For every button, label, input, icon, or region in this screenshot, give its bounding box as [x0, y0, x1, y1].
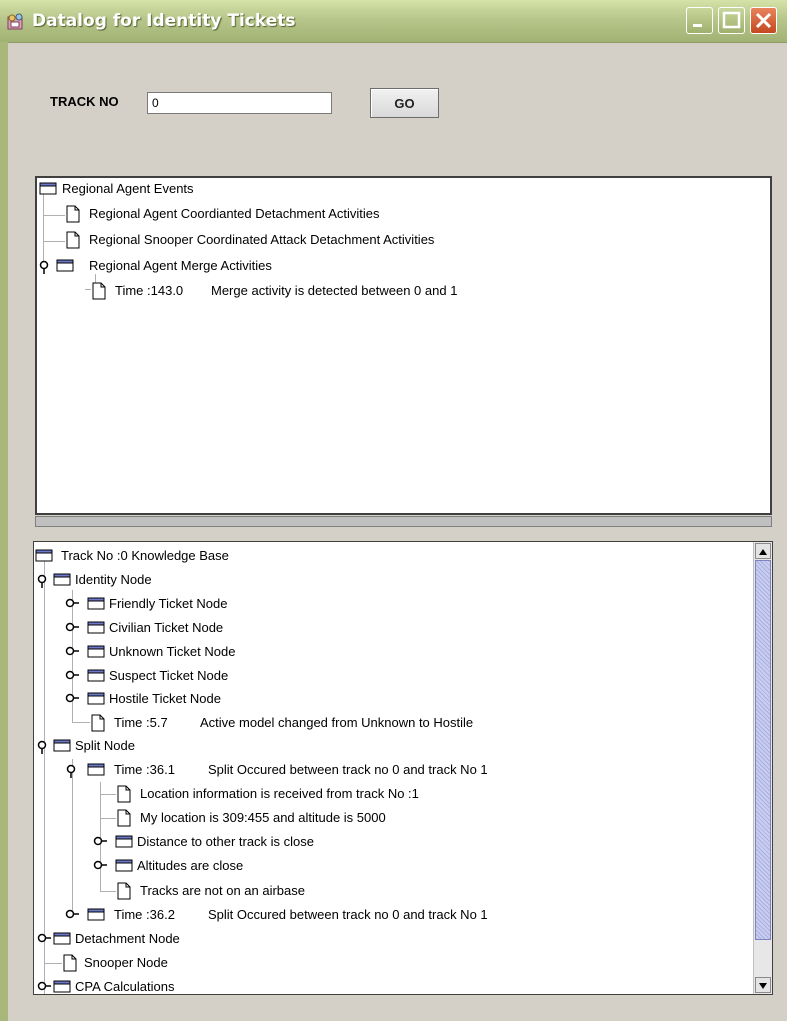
tree-node-label: Regional Snooper Coordinated Attack Deta… — [89, 232, 435, 247]
tree-node-label: Distance to other track is close — [137, 834, 315, 849]
document-icon — [66, 205, 80, 223]
tree-node-label: My location is 309:455 and altitude is 5… — [140, 810, 386, 825]
folder-icon — [115, 859, 133, 872]
expanded-handle-icon[interactable] — [39, 260, 51, 274]
close-button[interactable] — [750, 7, 777, 34]
tree-node-label: Regional Agent Merge Activities — [89, 258, 272, 273]
folder-icon — [39, 182, 57, 195]
document-icon — [63, 954, 77, 972]
folder-icon — [87, 645, 105, 658]
track-no-label: TRACK NO — [50, 94, 119, 109]
track-no-input[interactable] — [147, 92, 332, 114]
app-icon — [7, 13, 23, 30]
events-tree-panel[interactable]: Regional Agent Events Regional Agent Coo… — [35, 176, 772, 515]
title-bar[interactable]: Datalog for Identity Tickets — [0, 0, 787, 43]
window-frame-left — [0, 42, 8, 1021]
maximize-button[interactable] — [718, 7, 745, 34]
scroll-down-button[interactable] — [755, 977, 771, 993]
tree-node-message: Active model changed from Unknown to Hos… — [200, 715, 474, 730]
tree-node-label: Identity Node — [75, 572, 152, 587]
arrow-down-icon — [759, 983, 767, 989]
vertical-scrollbar[interactable] — [753, 542, 772, 994]
folder-icon — [53, 739, 71, 752]
collapsed-handle-icon[interactable] — [65, 646, 79, 656]
folder-icon — [56, 259, 74, 272]
tree-node-label: Split Node — [75, 738, 135, 753]
document-icon — [66, 231, 80, 249]
tree-node-label: Snooper Node — [84, 955, 168, 970]
document-icon — [92, 282, 106, 300]
tree-node-message: Split Occured between track no 0 and tra… — [208, 762, 488, 777]
tree-node-time: Time :143.0 — [115, 283, 184, 298]
folder-icon — [53, 573, 71, 586]
folder-icon — [87, 692, 105, 705]
tree-node-label: Regional Agent Events — [62, 181, 194, 196]
collapsed-handle-icon[interactable] — [37, 933, 51, 943]
expanded-handle-icon[interactable] — [66, 764, 78, 778]
minimize-button[interactable] — [686, 7, 713, 34]
folder-icon — [87, 597, 105, 610]
tree-node-message: Merge activity is detected between 0 and… — [211, 283, 458, 298]
close-icon — [755, 12, 772, 29]
tree-node-time: Time :36.1 — [114, 762, 175, 777]
folder-icon — [53, 980, 71, 993]
document-icon — [117, 809, 131, 827]
collapsed-handle-icon[interactable] — [37, 981, 51, 991]
window-title: Datalog for Identity Tickets — [32, 11, 296, 31]
collapsed-handle-icon[interactable] — [65, 909, 79, 919]
tree-node-label: Friendly Ticket Node — [109, 596, 228, 611]
expanded-handle-icon[interactable] — [37, 740, 49, 754]
maximize-icon — [722, 11, 741, 29]
tree-node-label: Detachment Node — [75, 931, 180, 946]
tree-node-label: Civilian Ticket Node — [109, 620, 224, 635]
folder-icon — [87, 669, 105, 682]
folder-icon — [87, 908, 105, 921]
tree-node-time: Time :5.7 — [114, 715, 168, 730]
collapsed-handle-icon[interactable] — [65, 598, 79, 608]
tree-node-label: Suspect Ticket Node — [109, 668, 229, 683]
expanded-handle-icon[interactable] — [37, 574, 49, 588]
tree-node-time: Time :36.2 — [114, 907, 175, 922]
arrow-up-icon — [759, 549, 767, 555]
folder-icon — [115, 835, 133, 848]
tree-node-label: Regional Agent Coordianted Detachment Ac… — [89, 206, 380, 221]
tree-node-label: Tracks are not on an airbase — [140, 883, 305, 898]
tree-node-label: Location information is received from tr… — [140, 786, 419, 801]
folder-icon — [53, 932, 71, 945]
folder-icon — [87, 763, 105, 776]
document-icon — [91, 714, 105, 732]
collapsed-handle-icon[interactable] — [65, 622, 79, 632]
tree-node-label: Unknown Ticket Node — [109, 644, 236, 659]
scroll-up-button[interactable] — [755, 543, 771, 559]
scroll-thumb[interactable] — [755, 560, 771, 940]
document-icon — [117, 785, 131, 803]
collapsed-handle-icon[interactable] — [65, 693, 79, 703]
splitter-bar[interactable] — [35, 516, 772, 527]
collapsed-handle-icon[interactable] — [93, 836, 107, 846]
go-button[interactable]: GO — [370, 88, 439, 118]
knowledge-base-tree-panel[interactable]: Track No :0 Knowledge Base Identity Node… — [33, 541, 773, 995]
minimize-icon — [693, 24, 702, 27]
folder-icon — [87, 621, 105, 634]
folder-icon — [35, 549, 53, 562]
collapsed-handle-icon[interactable] — [93, 860, 107, 870]
document-icon — [117, 882, 131, 900]
tree-node-message: Split Occured between track no 0 and tra… — [208, 907, 488, 922]
collapsed-handle-icon[interactable] — [65, 670, 79, 680]
tree-node-label: CPA Calculations — [75, 979, 175, 994]
tree-node-label: Hostile Ticket Node — [109, 691, 221, 706]
tree-node-label: Track No :0 Knowledge Base — [61, 548, 229, 563]
tree-node-label: Altitudes are close — [137, 858, 244, 873]
